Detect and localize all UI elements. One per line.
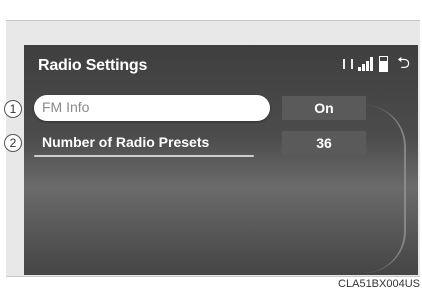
- status-bar: ⮌: [343, 56, 410, 72]
- radio-settings-screen: Radio Settings ⮌ FM Info On Number of Ra…: [24, 45, 418, 275]
- callout-2: 2: [4, 134, 22, 152]
- signal-icon: [358, 57, 374, 71]
- setting-value-radio-presets[interactable]: 36: [282, 131, 366, 155]
- setting-label: Number of Radio Presets: [42, 134, 210, 150]
- battery-icon: [379, 56, 389, 72]
- row-divider: [34, 155, 254, 157]
- setting-row-radio-presets[interactable]: Number of Radio Presets: [34, 130, 270, 156]
- scroll-indicator: [364, 105, 406, 273]
- setting-row-fm-info[interactable]: FM Info: [34, 95, 270, 121]
- callout-1: 1: [4, 100, 22, 118]
- setting-value-fm-info[interactable]: On: [282, 96, 366, 120]
- back-icon[interactable]: ⮌: [397, 56, 410, 72]
- figure-caption: CLA51BX004US: [338, 278, 420, 290]
- bluetooth-icon: [343, 59, 354, 69]
- setting-label: FM Info: [42, 99, 90, 115]
- page-title: Radio Settings: [38, 57, 148, 74]
